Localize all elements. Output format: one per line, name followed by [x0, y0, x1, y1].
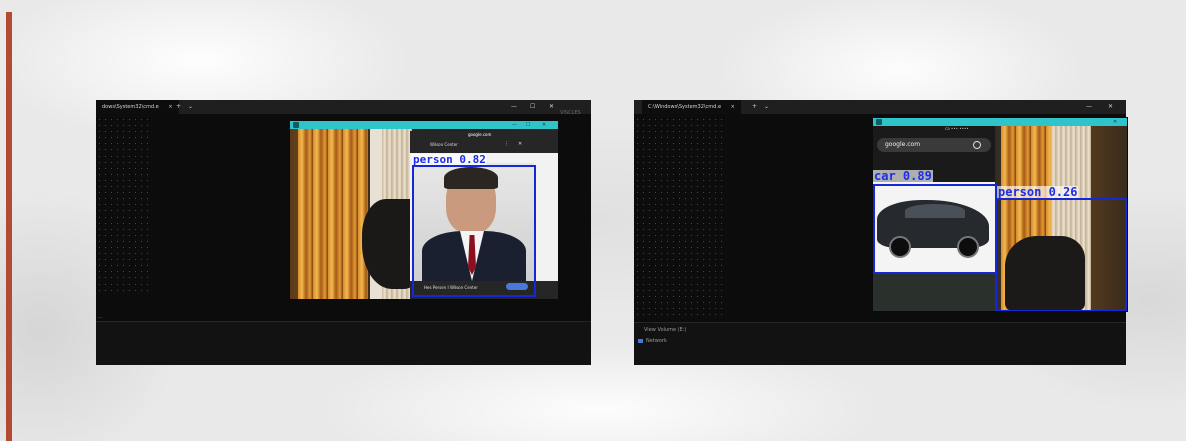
terminal-footer: View Volume (E:) Network — [634, 322, 1126, 365]
close-icon: ✕ — [518, 141, 523, 147]
close-button[interactable]: ✕ — [549, 100, 554, 114]
terminal-footer — [96, 321, 591, 365]
terminal-tab-title: C:\Windows\System32\cmd.e — [648, 104, 722, 110]
maximize-button[interactable]: ☐ — [530, 100, 535, 114]
maximize-button[interactable]: ☐ — [526, 121, 530, 129]
phone-url-text: google.com — [468, 132, 492, 137]
detection-window-right[interactable]: ✕ ca ••• •••• google.com car 0.89 person… — [872, 117, 1128, 312]
terminal-status: ... — [98, 314, 103, 320]
close-icon[interactable]: × — [168, 100, 172, 114]
app-icon — [876, 119, 882, 125]
detection-box-car — [873, 184, 997, 274]
close-button[interactable]: ✕ — [542, 121, 546, 129]
minimize-button[interactable]: — — [512, 121, 517, 129]
footer-network-item[interactable]: Network — [646, 338, 667, 344]
window-curtain — [298, 129, 368, 299]
phone-header-title: Wilson Center — [430, 142, 458, 147]
terminal-tab[interactable]: C:\Windows\System32\cmd.e × — [642, 100, 741, 114]
detection-box-person — [412, 165, 536, 297]
menu-icon: ⋮ — [504, 141, 509, 147]
terminal-tab-title: dows\System32\cmd.e — [102, 104, 159, 110]
footer-volume-item[interactable]: View Volume (E:) — [644, 327, 686, 333]
terminal-tab[interactable]: dows\System32\cmd.e × — [96, 100, 179, 114]
detection-window-left[interactable]: — ☐ ✕ google.com google.com Wilson Cente… — [289, 120, 559, 300]
refresh-icon — [973, 141, 981, 149]
phone-status-bar: ca ••• •••• — [945, 126, 969, 131]
close-icon[interactable]: × — [731, 100, 735, 114]
phone-url: google.com — [885, 141, 921, 148]
new-tab-button[interactable]: + — [176, 100, 181, 114]
terminal-output-lines: . . . . . . . . . . . . . . . . . . . . … — [636, 116, 724, 317]
detection-label-person: person 0.26 — [997, 185, 1079, 199]
slide-accent-bar — [6, 12, 12, 441]
close-button[interactable]: ✕ — [1108, 100, 1113, 114]
detection-label-car: car 0.89 — [873, 169, 933, 183]
chevron-down-icon[interactable]: ⌄ — [188, 100, 193, 114]
detection-label-person: person 0.82 — [412, 153, 487, 166]
chevron-down-icon[interactable]: ⌄ — [764, 100, 769, 114]
close-button[interactable]: ✕ — [1113, 118, 1117, 126]
phone-dark-area — [873, 274, 995, 311]
camera-frame: google.com google.com Wilson Center ⋮ ✕ … — [290, 129, 558, 299]
terminal-tab-bar: dows\System32\cmd.e × + ⌄ — ☐ ✕ — [96, 100, 591, 114]
network-icon — [638, 339, 643, 343]
terminal-tab-bar: C:\Windows\System32\cmd.e × + ⌄ — ✕ — [634, 100, 1126, 114]
background-window-text: VISCLES — [560, 110, 581, 116]
minimize-button[interactable]: — — [1086, 100, 1092, 114]
detection-window-titlebar: ✕ — [873, 118, 1127, 126]
detection-window-titlebar: — ☐ ✕ — [290, 121, 558, 129]
new-tab-button[interactable]: + — [752, 100, 757, 114]
app-icon — [293, 122, 299, 128]
camera-frame: ca ••• •••• google.com car 0.89 person 0… — [873, 126, 1127, 311]
minimize-button[interactable]: — — [511, 100, 517, 114]
detection-box-person — [995, 198, 1127, 311]
terminal-output-lines: . . . . . . . . . . . . . . . . . . . . … — [98, 116, 150, 293]
